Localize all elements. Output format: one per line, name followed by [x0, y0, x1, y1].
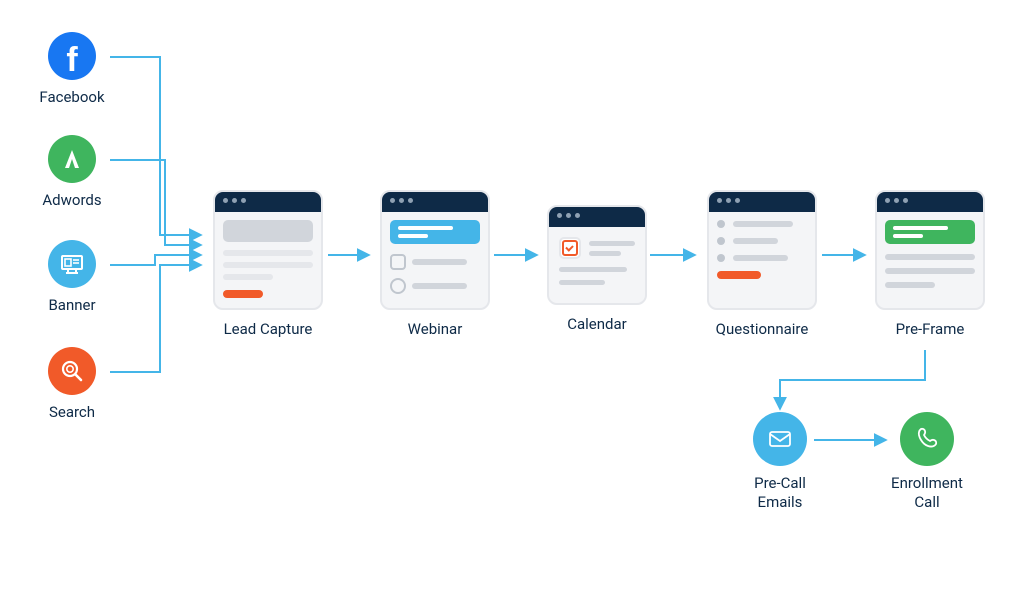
- stage-label: Lead Capture: [208, 320, 328, 338]
- stage-webinar: Webinar: [375, 190, 495, 338]
- banner-icon: [48, 240, 96, 288]
- endpoint-label: Pre-Call Emails: [725, 474, 835, 512]
- source-facebook: f Facebook: [32, 32, 112, 106]
- source-label: Search: [32, 403, 112, 421]
- stage-lead-capture: Lead Capture: [208, 190, 328, 338]
- source-label: Facebook: [32, 88, 112, 106]
- card-icon: [707, 190, 817, 310]
- endpoint-enrollment-call: Enrollment Call: [872, 412, 982, 512]
- stage-label: Webinar: [375, 320, 495, 338]
- source-banner: Banner: [32, 240, 112, 314]
- phone-icon: [900, 412, 954, 466]
- funnel-diagram: f Facebook Adwords Ban: [0, 0, 1024, 593]
- stage-questionnaire: Questionnaire: [702, 190, 822, 338]
- stage-label: Questionnaire: [702, 320, 822, 338]
- facebook-icon: f: [48, 32, 96, 80]
- source-label: Adwords: [32, 191, 112, 209]
- email-icon: [753, 412, 807, 466]
- endpoint-label: Enrollment Call: [872, 474, 982, 512]
- source-adwords: Adwords: [32, 135, 112, 209]
- source-search: Search: [32, 347, 112, 421]
- search-icon: [48, 347, 96, 395]
- adwords-icon: [48, 135, 96, 183]
- stage-calendar: Calendar: [542, 205, 652, 333]
- card-icon: [380, 190, 490, 310]
- stage-label: Calendar: [542, 315, 652, 333]
- card-icon: [213, 190, 323, 310]
- card-icon: [875, 190, 985, 310]
- card-icon: [547, 205, 647, 305]
- endpoint-pre-call-emails: Pre-Call Emails: [725, 412, 835, 512]
- source-label: Banner: [32, 296, 112, 314]
- stage-pre-frame: Pre-Frame: [870, 190, 990, 338]
- stage-label: Pre-Frame: [870, 320, 990, 338]
